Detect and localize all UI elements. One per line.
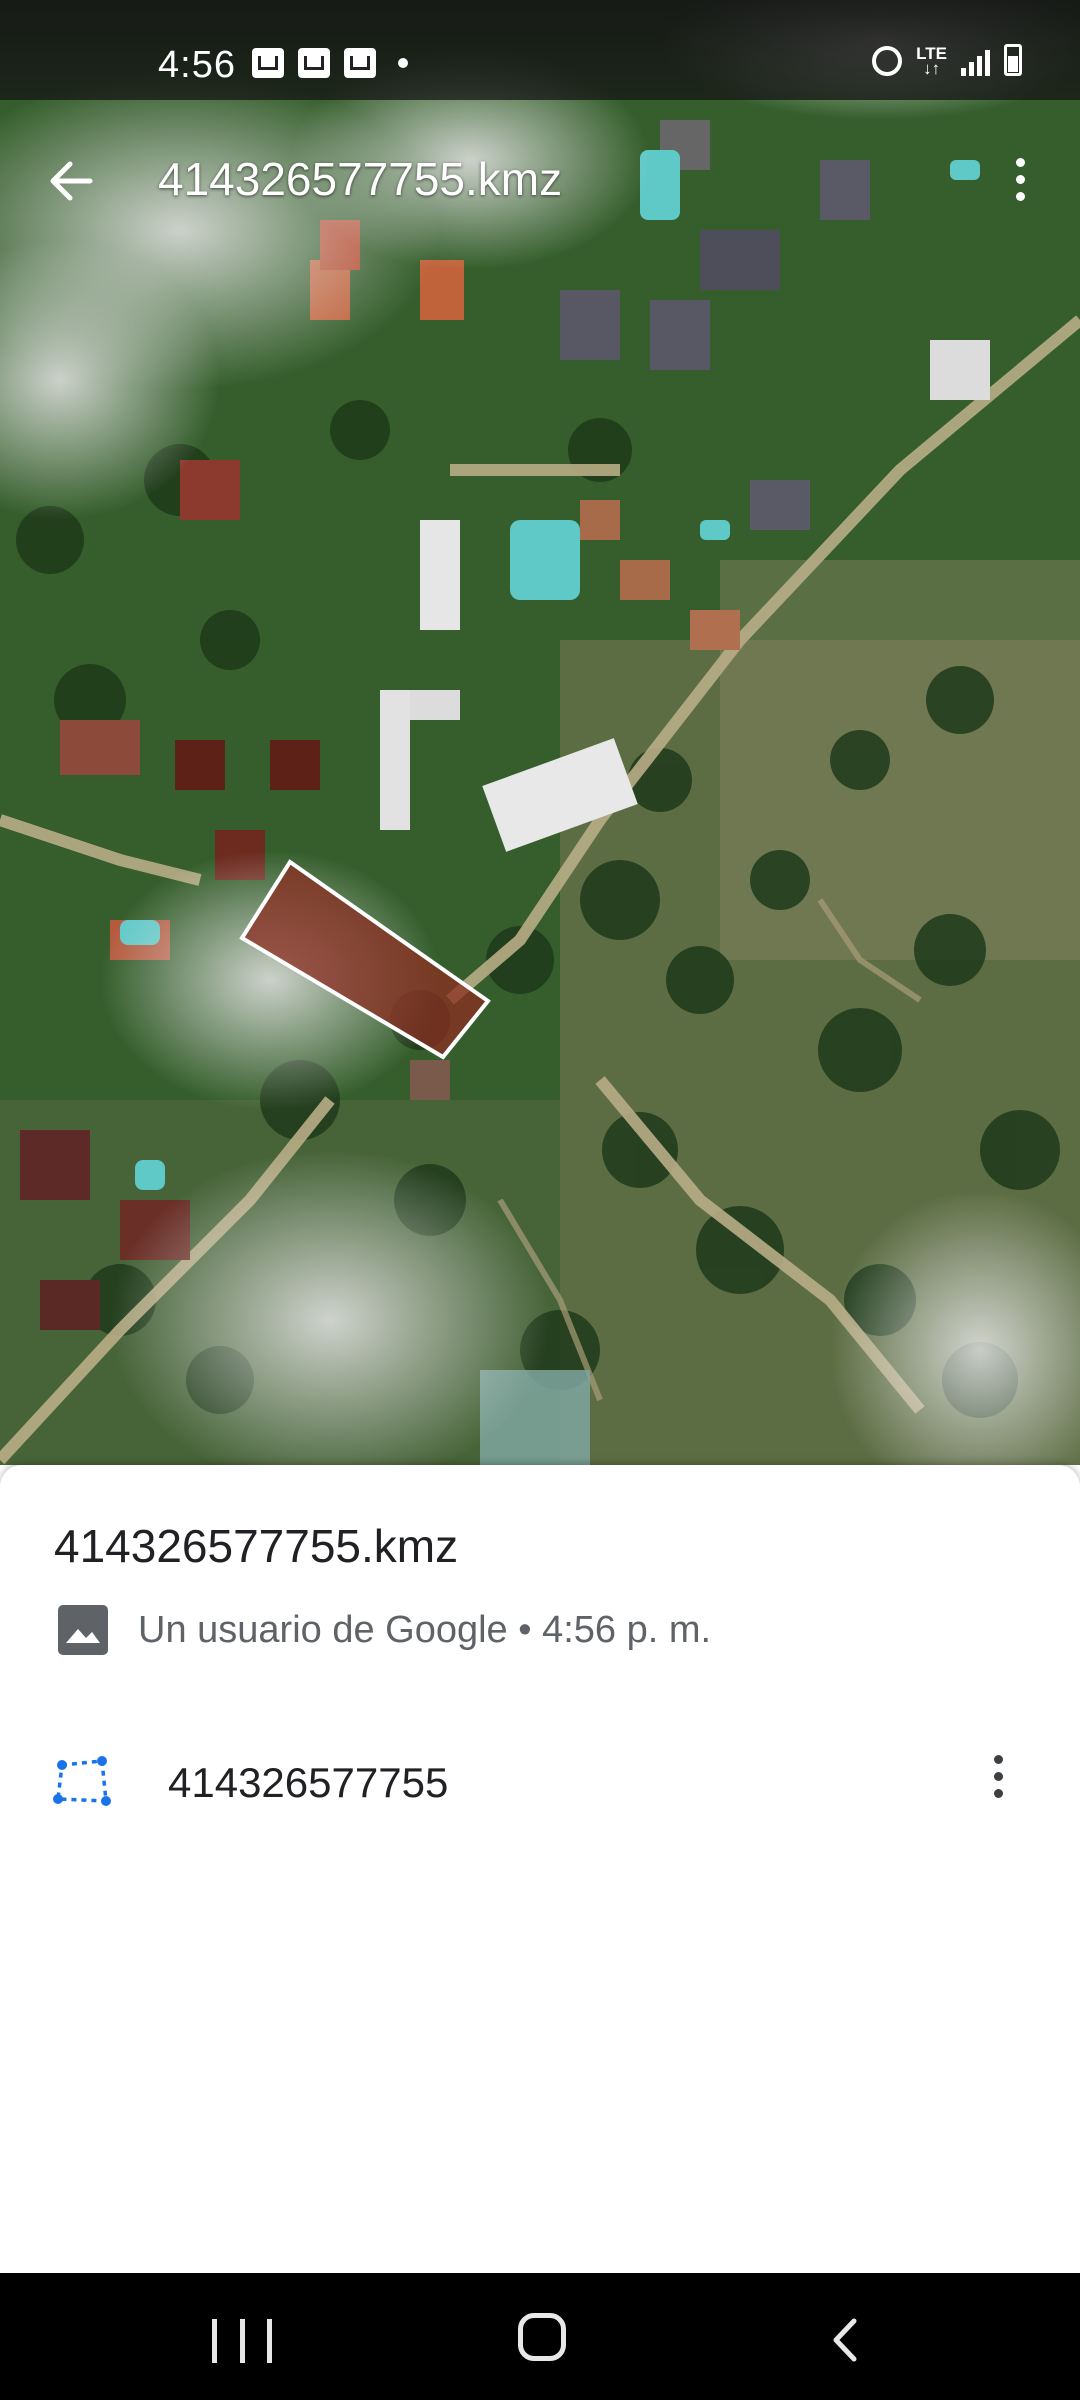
- list-item[interactable]: 414326577755: [0, 1733, 1080, 1853]
- more-vert-icon: [1000, 150, 1040, 201]
- chevron-left-icon: [833, 2318, 857, 2362]
- image-icon: [58, 1605, 108, 1655]
- gallery-icon: [252, 48, 284, 78]
- arrow-left-icon: [50, 161, 93, 201]
- sheet-title: 414326577755.kmz: [54, 1520, 459, 1572]
- signal-icon: [961, 46, 990, 76]
- polygon-icon: [53, 1756, 111, 1806]
- system-icons: LTE ↓↑: [872, 44, 1022, 78]
- alarm-icon: [872, 46, 903, 76]
- recents-button[interactable]: [212, 2319, 272, 2363]
- nav-back-button[interactable]: [826, 2315, 866, 2365]
- meta-text: Un usuario de Google • 4:56 p. m.: [138, 1608, 712, 1651]
- back-button[interactable]: [38, 146, 108, 216]
- home-button[interactable]: [518, 2313, 566, 2361]
- list-item-label: 414326577755: [168, 1759, 449, 1806]
- file-meta: Un usuario de Google • 4:56 p. m.: [58, 1605, 711, 1655]
- navigation-bar: [0, 2273, 1080, 2400]
- app-bar: 414326577755.kmz: [0, 110, 1080, 240]
- more-vert-icon: [978, 1747, 1018, 1798]
- battery-icon: [1004, 44, 1022, 76]
- app-icon: [344, 48, 376, 78]
- notification-icons: [252, 48, 408, 78]
- more-notifications-icon: [398, 58, 408, 68]
- more-options-button[interactable]: [1000, 150, 1040, 220]
- app-icon: [298, 48, 330, 78]
- status-bar: 4:56 LTE ↓↑: [0, 0, 1080, 100]
- status-time: 4:56: [158, 44, 236, 86]
- item-more-options-button[interactable]: [978, 1747, 1018, 1817]
- page-title: 414326577755.kmz: [158, 153, 563, 205]
- lte-icon: LTE ↓↑: [916, 44, 947, 78]
- bottom-sheet: 414326577755.kmz Un usuario de Google • …: [0, 1465, 1080, 2273]
